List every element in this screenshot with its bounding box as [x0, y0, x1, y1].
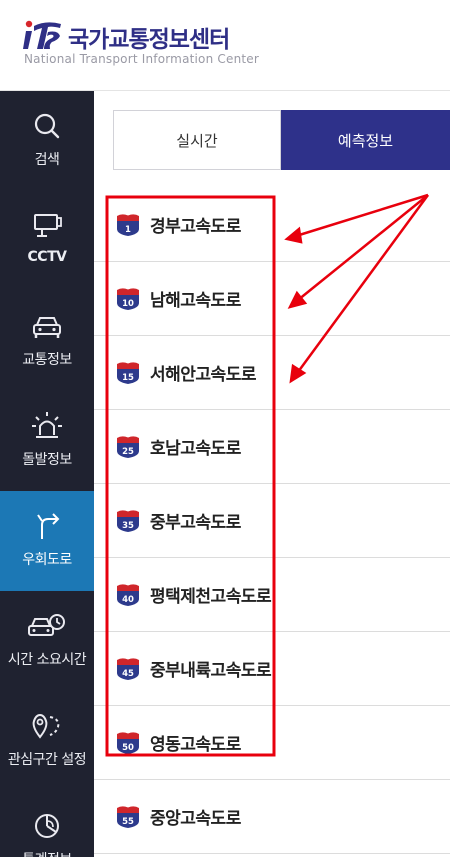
road-name: 평택제천고속도로 [150, 587, 272, 607]
sidebar-nav: 검색 CCTV 교통정보 돌발정보 우회도로 시간 소요시간 관심구간 설정 [0, 91, 94, 857]
list-item[interactable]: 1 경부고속도로 [94, 188, 450, 262]
road-name: 중앙고속도로 [150, 809, 241, 829]
sidebar-item-favorite-section[interactable]: 관심구간 설정 [0, 691, 94, 791]
location-pin-icon [32, 713, 60, 739]
sidebar-item-label: 교통정보 [22, 352, 72, 368]
app-header: 국가교통정보센터 National Transport Information … [0, 0, 450, 91]
sidebar-item-label: 시간 소요시간 [7, 652, 87, 668]
sidebar-item-travel-time[interactable]: 시간 소요시간 [0, 591, 94, 691]
expressway-shield-icon: 35 [117, 510, 139, 532]
sidebar-item-label: 돌발정보 [22, 452, 72, 468]
list-item[interactable]: 15 서해안고속도로 [94, 336, 450, 410]
sidebar-item-traffic-info[interactable]: 교통정보 [0, 291, 94, 391]
svg-text:10: 10 [122, 299, 134, 309]
svg-text:25: 25 [122, 447, 134, 457]
sidebar-item-label: CCTV [27, 249, 67, 265]
chart-icon [35, 814, 59, 838]
svg-text:40: 40 [122, 595, 134, 605]
its-logo-icon [23, 20, 61, 49]
svg-text:35: 35 [122, 521, 134, 531]
sidebar-item-label: 통계정보 [0, 849, 94, 857]
car-icon [33, 317, 61, 338]
alert-light-icon [32, 412, 62, 438]
svg-text:55: 55 [122, 817, 134, 827]
brand-title-ko: 국가교통정보센터 [68, 27, 230, 53]
expressway-shield-icon: 55 [117, 806, 139, 828]
road-name: 호남고속도로 [150, 439, 241, 459]
expressway-shield-icon: 45 [117, 658, 139, 680]
search-icon [34, 113, 60, 139]
info-tabs: 실시간 예측정보 [113, 110, 450, 170]
expressway-shield-icon: 25 [117, 436, 139, 458]
tab-forecast[interactable]: 예측정보 [281, 110, 450, 170]
list-item[interactable]: 35 중부고속도로 [94, 484, 450, 558]
list-item[interactable]: 25 호남고속도로 [94, 410, 450, 484]
list-item[interactable]: 40 평택제천고속도로 [94, 558, 450, 632]
svg-text:45: 45 [122, 669, 134, 679]
sidebar-item-incident-info[interactable]: 돌발정보 [0, 391, 94, 491]
list-item[interactable]: 50 영동고속도로 [94, 706, 450, 780]
list-item[interactable]: 45 중부내륙고속도로 [94, 632, 450, 706]
sidebar-item-label: 검색 [34, 152, 60, 168]
road-name: 서해안고속도로 [150, 365, 256, 385]
sidebar-item-search[interactable]: 검색 [0, 91, 94, 191]
road-name: 남해고속도로 [150, 291, 241, 311]
road-name: 영동고속도로 [150, 735, 241, 755]
sidebar-item-detour[interactable]: 우회도로 [0, 491, 94, 591]
brand-title-en: National Transport Information Center [24, 52, 260, 66]
expressway-shield-icon: 15 [117, 362, 139, 384]
road-name: 중부내륙고속도로 [150, 661, 272, 681]
list-item[interactable]: 10 남해고속도로 [94, 262, 450, 336]
expressway-shield-icon: 40 [117, 584, 139, 606]
sidebar-item-label: 우회도로 [22, 552, 72, 568]
road-name: 경부고속도로 [150, 217, 241, 237]
expressway-shield-icon: 10 [117, 288, 139, 310]
sidebar-item-cctv[interactable]: CCTV [0, 191, 94, 291]
car-clock-icon [28, 614, 65, 636]
expressway-shield-icon: 50 [117, 732, 139, 754]
detour-arrow-icon [37, 513, 60, 539]
tab-realtime[interactable]: 실시간 [113, 110, 281, 170]
svg-text:15: 15 [122, 373, 134, 383]
expressway-shield-icon: 1 [117, 214, 139, 236]
list-item[interactable]: 55 중앙고속도로 [94, 780, 450, 854]
svg-text:1: 1 [125, 225, 131, 235]
svg-text:50: 50 [122, 743, 134, 753]
road-name: 중부고속도로 [150, 513, 241, 533]
sidebar-item-label: 관심구간 설정 [7, 752, 87, 768]
cctv-icon [34, 214, 62, 237]
sidebar-item-statistics[interactable]: 통계정보 [0, 791, 94, 857]
